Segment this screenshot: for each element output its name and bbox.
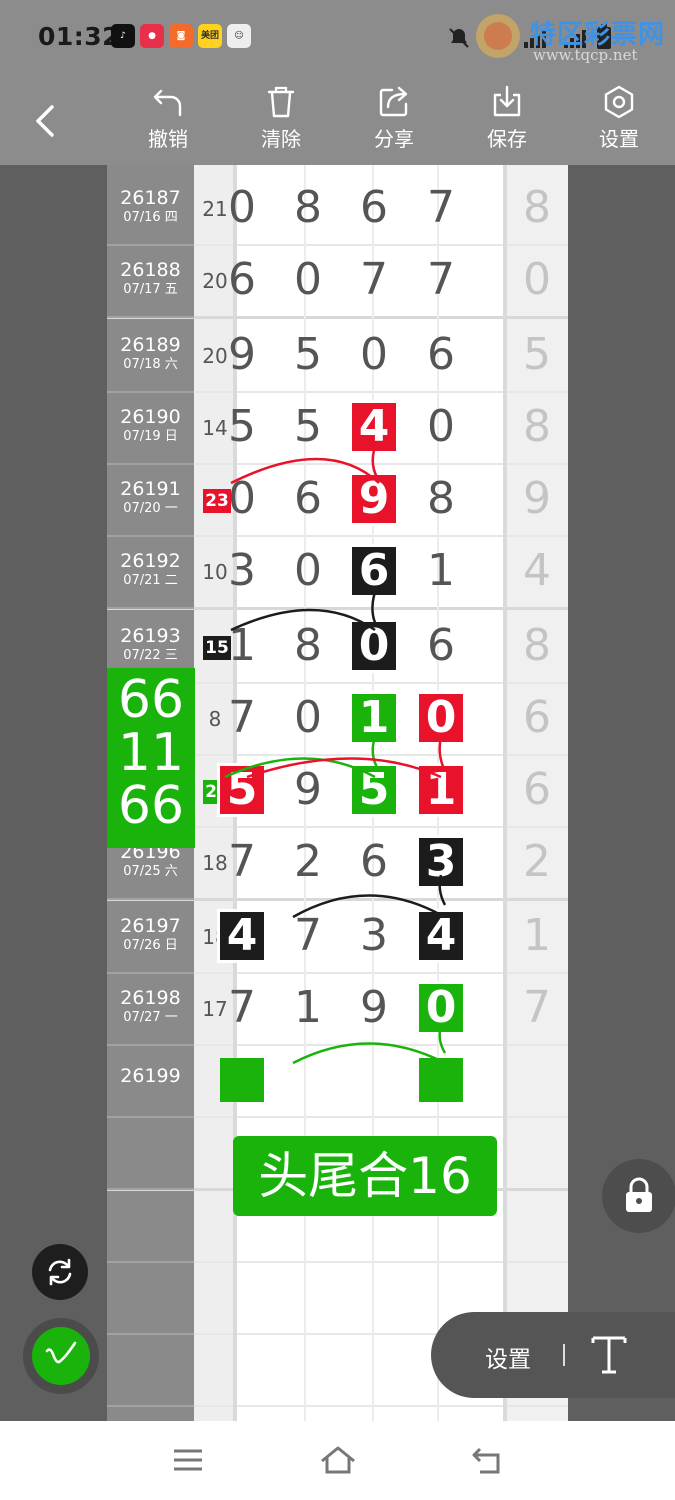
divider xyxy=(563,1344,565,1366)
text-tool-panel: 设置 xyxy=(431,1312,675,1398)
undo-icon xyxy=(153,89,182,117)
toolbar: 撤销 清除 分享 保存 设置 xyxy=(0,75,675,165)
lock-button[interactable] xyxy=(602,1159,675,1233)
navigation-bar xyxy=(0,1421,675,1500)
big-label-line: 66 xyxy=(117,670,185,730)
connector-curve xyxy=(292,1042,442,1065)
undo-button[interactable]: 撤销 xyxy=(128,85,208,161)
refresh-icon xyxy=(48,1258,72,1286)
app-icon-orange: ◙ xyxy=(169,24,193,48)
connector-curve xyxy=(224,757,376,779)
mute-icon xyxy=(449,28,469,48)
connector-curve xyxy=(438,736,447,772)
save-label: 保存 xyxy=(487,127,527,151)
pen-icon xyxy=(45,1341,77,1364)
connector-curve xyxy=(438,1024,447,1054)
connector-curve xyxy=(371,446,381,482)
avatar-icon: ☺ xyxy=(227,24,251,48)
connector-curve xyxy=(371,736,381,772)
big-label-line: 11 xyxy=(117,723,185,783)
settings-hex-icon xyxy=(604,85,634,119)
settings-button[interactable]: 设置 xyxy=(579,85,659,161)
clear-label: 清除 xyxy=(261,127,301,151)
menu-icon[interactable] xyxy=(172,1447,204,1473)
watermark-url: www.tqcp.net xyxy=(533,46,638,64)
undo-label: 撤销 xyxy=(148,127,188,151)
app-icon-red: ● xyxy=(140,24,164,48)
tiktok-icon: ♪ xyxy=(111,24,135,48)
share-icon xyxy=(379,86,408,117)
pen-color-swatch xyxy=(32,1327,90,1385)
annotation-big-label: 66 11 66 xyxy=(107,668,195,848)
refresh-button[interactable] xyxy=(32,1244,88,1300)
clear-button[interactable]: 清除 xyxy=(241,85,321,161)
status-bar: 01:32 ♪ ● ◙ 美团 ☺ 特区彩票网 www.tqcp.net xyxy=(0,0,675,75)
meituan-icon: 美团 xyxy=(198,24,222,48)
save-button[interactable]: 保存 xyxy=(467,85,547,161)
annotation-banner[interactable]: 头尾合16 xyxy=(233,1136,497,1216)
back-icon[interactable] xyxy=(470,1445,504,1475)
connector-curve xyxy=(230,608,376,632)
settings-label: 设置 xyxy=(599,127,639,151)
back-button[interactable] xyxy=(30,103,60,139)
trash-icon xyxy=(267,86,295,118)
big-label-line: 66 xyxy=(117,776,185,836)
text-tool-icon[interactable] xyxy=(589,1334,629,1376)
share-label: 分享 xyxy=(374,127,414,151)
text-settings-button[interactable]: 设置 xyxy=(485,1340,531,1374)
download-icon xyxy=(493,85,521,117)
status-clock: 01:32 xyxy=(38,22,121,51)
home-icon[interactable] xyxy=(319,1445,357,1475)
connector-curve xyxy=(438,874,447,906)
lock-icon xyxy=(626,1177,652,1212)
connector-curve xyxy=(371,591,379,628)
share-button[interactable]: 分享 xyxy=(354,85,434,161)
pen-tool-button[interactable] xyxy=(23,1318,99,1394)
connector-curve xyxy=(292,894,442,919)
connector-curve xyxy=(230,457,380,485)
